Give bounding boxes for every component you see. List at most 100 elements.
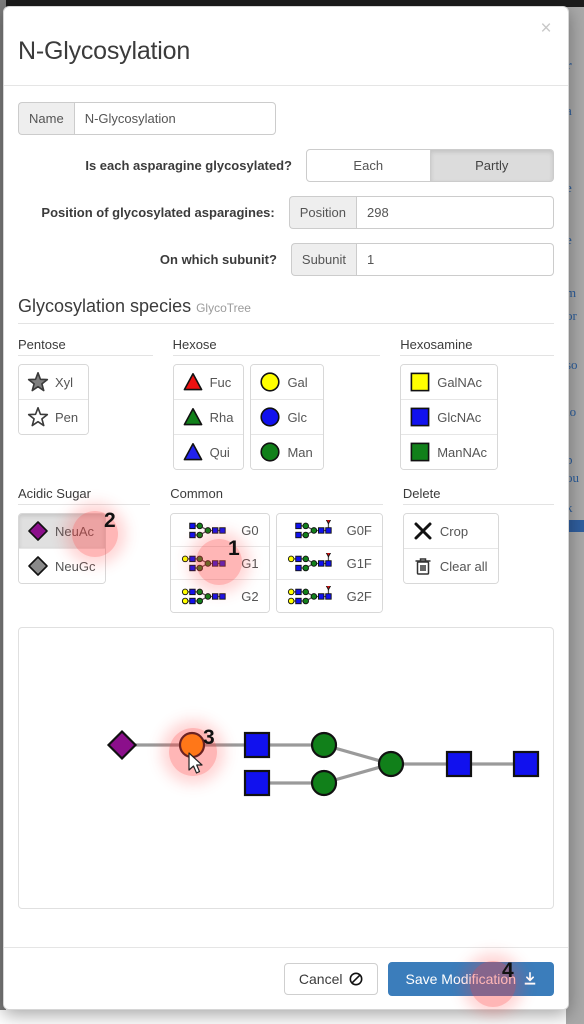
sugar-button-g2[interactable]: G2	[171, 580, 269, 612]
sugar-button-fuc[interactable]: Fuc	[173, 365, 244, 400]
palette-stacks: Fuc Rha Qui Gal Glc Man	[172, 364, 381, 470]
sugar-button-label: G0F	[346, 522, 372, 538]
g0f-structure-icon	[285, 520, 341, 540]
palette-columns: Pentose Xyl Pen Hexose Fuc Rha Qui Gal Glc Man Hex…	[18, 337, 554, 470]
sugar-button-glc[interactable]: Glc	[251, 400, 323, 435]
palette-button-stack: NeuAc NeuGc	[18, 513, 107, 584]
sugar-button-rha[interactable]: Rha	[173, 400, 244, 435]
sugar-button-glcnac[interactable]: GlcNAc	[401, 400, 498, 435]
screen: r a e e m or so lo b ou k N-Glycosylatio…	[0, 0, 584, 1024]
star-icon	[27, 371, 49, 393]
sugar-button-g0[interactable]: G0	[171, 514, 269, 547]
sugar-button-xyl[interactable]: Xyl	[19, 365, 89, 400]
sugar-button-label: Clear all	[439, 558, 488, 574]
palette-button-stack: Crop Clear all	[402, 513, 499, 584]
subunit-input[interactable]	[356, 243, 554, 276]
position-input[interactable]	[356, 196, 554, 229]
sugar-button-label: Crop	[439, 523, 469, 539]
sugar-button-galnac[interactable]: GalNAc	[401, 365, 498, 400]
palette-button-stack: G0F G1F G2F	[275, 513, 383, 613]
sugar-button-label: NeuGc	[55, 558, 96, 574]
palette-group-hexosamine: Hexosamine GalNAc GlcNAc ManNAc	[400, 337, 554, 470]
toggle-each-button[interactable]: Each	[306, 149, 431, 182]
name-input[interactable]	[73, 102, 276, 135]
sugar-button-label: G0	[241, 522, 259, 538]
palette-group-delete: Delete Crop Clear all	[402, 486, 554, 584]
close-icon[interactable]: ×	[534, 17, 558, 41]
g2f-structure-icon	[285, 586, 341, 606]
modal-header: N-Glycosylation ×	[4, 7, 568, 86]
each-asparagine-row: Is each asparagine glycosylated? Each Pa…	[18, 149, 554, 182]
palette-stacks: GalNAc GlcNAc ManNAc	[400, 364, 554, 470]
palette-group-title: Delete	[402, 486, 554, 505]
subunit-row: On which subunit? Subunit	[18, 243, 554, 276]
sugar-button-g0f[interactable]: G0F	[276, 514, 382, 547]
sugar-button-clear-all[interactable]: Clear all	[403, 549, 498, 583]
palette-group-hexose: Hexose Fuc Rha Qui Gal Glc Man	[172, 337, 381, 470]
diamond-icon	[27, 555, 49, 577]
toggle-partly-button[interactable]: Partly	[430, 149, 554, 182]
bleed-block	[568, 520, 584, 532]
sugar-button-label: G2F	[346, 588, 372, 604]
cancel-button[interactable]: Cancel	[283, 962, 379, 995]
sugar-button-neuac[interactable]: NeuAc	[19, 514, 106, 549]
square-icon	[409, 441, 431, 463]
palette-row-secondary: Acidic Sugar NeuAc NeuGc Common G0 G1 G2 G0F G1F…	[18, 486, 554, 613]
sugar-button-qui[interactable]: Qui	[173, 435, 244, 469]
palette-group-common: Common G0 G1 G2 G0F G1F G2F	[170, 486, 383, 613]
sugar-button-neugc[interactable]: NeuGc	[19, 549, 106, 583]
each-asparagine-label: Is each asparagine glycosylated?	[85, 158, 292, 173]
position-label: Position of glycosylated asparagines:	[41, 205, 275, 220]
glycan-structure-canvas[interactable]	[18, 627, 554, 909]
palette-button-stack: Fuc Rha Qui	[172, 364, 245, 470]
sugar-button-pen[interactable]: Pen	[19, 400, 89, 434]
subunit-addon-label: Subunit	[290, 243, 356, 276]
palette-stacks: Xyl Pen	[18, 364, 153, 435]
glycosylation-species-heading: Glycosylation species GlycoTree	[18, 296, 554, 324]
sugar-button-man[interactable]: Man	[251, 435, 323, 469]
circle-icon	[259, 406, 281, 428]
position-input-group: Position	[288, 196, 554, 229]
glycan-graph	[106, 729, 540, 797]
triangle-icon	[182, 371, 204, 393]
position-row: Position of glycosylated asparagines: Po…	[18, 196, 554, 229]
sugar-button-label: ManNAc	[437, 444, 488, 460]
each-partly-toggle-group: Each Partly	[306, 149, 554, 182]
sugar-button-g1f[interactable]: G1F	[276, 547, 382, 580]
sugar-button-gal[interactable]: Gal	[251, 365, 323, 400]
sugar-button-g1[interactable]: G1	[171, 547, 269, 580]
sugar-button-label: GlcNAc	[437, 409, 482, 425]
name-addon-label: Name	[18, 102, 74, 135]
diamond-icon	[27, 520, 49, 542]
sugar-button-crop[interactable]: Crop	[403, 514, 498, 549]
cancel-button-label: Cancel	[298, 970, 343, 987]
sugar-button-label: Pen	[55, 409, 79, 425]
star-icon	[27, 406, 49, 428]
save-button-label: Save Modification	[405, 970, 516, 987]
save-modification-button[interactable]: Save Modification	[388, 961, 554, 996]
palette-stacks: G0 G1 G2 G0F G1F G2F	[170, 513, 383, 613]
circle-icon	[259, 371, 281, 393]
palette-stacks: Crop Clear all	[402, 513, 554, 584]
modal-body: Name Is each asparagine glycosylated? Ea…	[4, 86, 568, 909]
section-subtitle: GlycoTree	[196, 301, 251, 315]
sugar-button-mannac[interactable]: ManNAc	[401, 435, 498, 469]
palette-columns-secondary: Acidic Sugar NeuAc NeuGc Common G0 G1 G2 G0F G1F…	[18, 486, 554, 613]
sugar-button-label: G2	[241, 588, 259, 604]
circle-icon	[259, 441, 281, 463]
ban-icon	[350, 972, 363, 985]
g0-structure-icon	[179, 520, 235, 540]
palette-row-primary: Pentose Xyl Pen Hexose Fuc Rha Qui Gal Glc Man Hex…	[18, 337, 554, 470]
modal-footer: Cancel Save Modification	[4, 947, 568, 1009]
subunit-control: Subunit	[290, 243, 554, 276]
page-title: N-Glycosylation	[18, 37, 191, 65]
triangle-icon	[182, 441, 204, 463]
sugar-button-label: GalNAc	[437, 374, 482, 390]
x-icon	[412, 520, 434, 542]
trash-icon	[412, 555, 434, 577]
n-glycosylation-modal: N-Glycosylation × Name Is each asparagin…	[3, 6, 569, 1010]
sugar-button-g2f[interactable]: G2F	[276, 580, 382, 612]
g2-structure-icon	[179, 586, 235, 606]
download-icon	[524, 971, 536, 985]
palette-button-stack: GalNAc GlcNAc ManNAc	[400, 364, 499, 470]
